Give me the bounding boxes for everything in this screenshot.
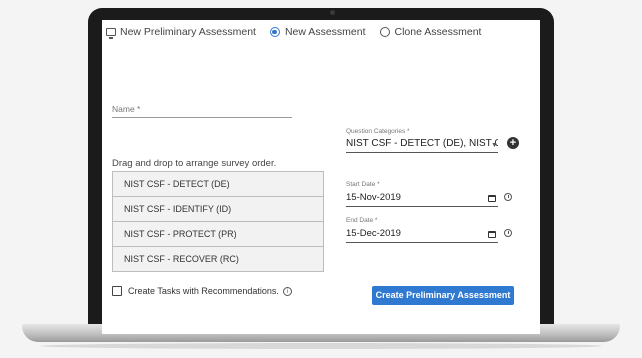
radio-clone-label: Clone Assessment (394, 26, 482, 38)
clock-icon[interactable] (504, 193, 512, 201)
category-order-list: NIST CSF - DETECT (DE) NIST CSF - IDENTI… (112, 171, 324, 272)
radio-selected-icon[interactable] (269, 27, 280, 37)
end-date-label: End Date * (346, 217, 378, 224)
end-date-input[interactable]: 15-Dec-2019 (346, 228, 498, 243)
radio-new-label: New Assessment (284, 26, 366, 38)
clock-icon[interactable] (504, 229, 512, 237)
create-tasks-label: Create Tasks with Recommendations. (128, 286, 279, 296)
name-input[interactable] (112, 117, 292, 118)
question-categories-label: Question Categories * (346, 128, 410, 135)
category-item-protect[interactable]: NIST CSF - PROTECT (PR) (112, 221, 324, 247)
calendar-icon[interactable] (488, 231, 496, 238)
category-item-identify[interactable]: NIST CSF - IDENTIFY (ID) (112, 196, 324, 222)
create-tasks-option[interactable]: Create Tasks with Recommendations. i (112, 286, 292, 296)
category-item-detect[interactable]: NIST CSF - DETECT (DE) (112, 171, 324, 197)
add-category-icon[interactable]: + (507, 137, 519, 149)
name-field-label: Name * (112, 104, 141, 114)
calendar-icon[interactable] (488, 195, 496, 202)
monitor-icon (106, 28, 116, 39)
radio-new-assessment[interactable]: New Assessment (269, 26, 366, 38)
start-date-label: Start Date * (346, 181, 380, 188)
info-icon[interactable]: i (282, 286, 292, 296)
assessment-header: New Preliminary Assessment New Assessmen… (106, 22, 540, 42)
title-group: New Preliminary Assessment (106, 26, 256, 39)
radio-clone-assessment[interactable]: Clone Assessment (379, 26, 482, 38)
chevron-down-icon[interactable]: ▼ (491, 142, 498, 149)
screen: New Preliminary Assessment New Assessmen… (102, 20, 540, 334)
laptop-shadow (40, 343, 602, 349)
page-title: New Preliminary Assessment (120, 26, 256, 38)
camera-dot (330, 10, 335, 15)
create-preliminary-assessment-button[interactable]: Create Preliminary Assessment (372, 286, 514, 305)
category-item-recover[interactable]: NIST CSF - RECOVER (RC) (112, 246, 324, 272)
create-tasks-checkbox[interactable] (112, 286, 122, 296)
question-categories-select[interactable]: NIST CSF - DETECT (DE), NIST CSF (346, 138, 498, 153)
start-date-input[interactable]: 15-Nov-2019 (346, 192, 498, 207)
drag-instructions: Drag and drop to arrange survey order. (112, 158, 277, 169)
radio-unselected-icon[interactable] (379, 27, 390, 37)
